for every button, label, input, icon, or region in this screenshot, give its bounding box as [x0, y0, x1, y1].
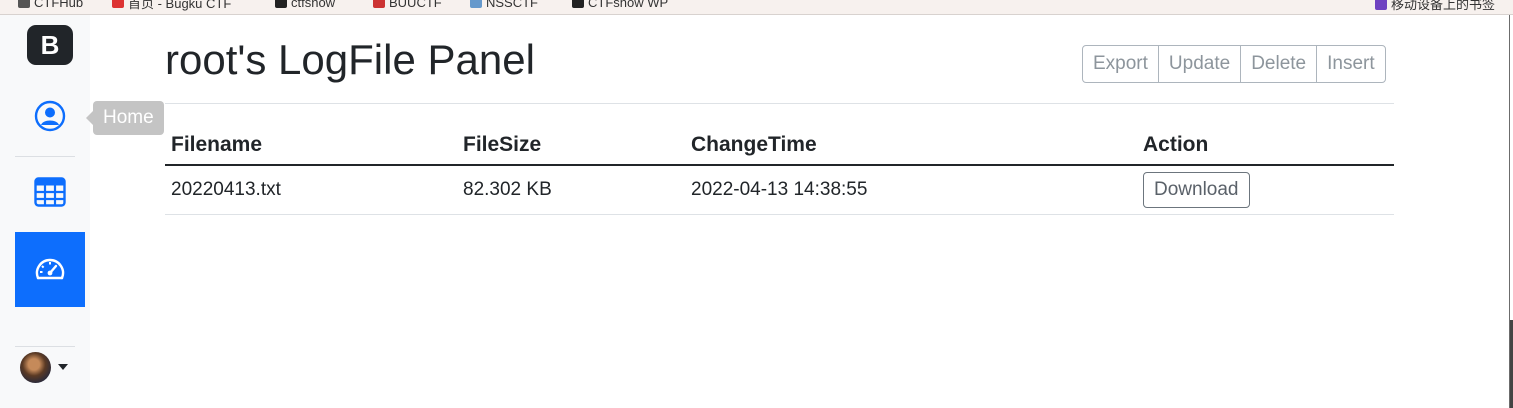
cell-filename: 20220413.txt [165, 165, 457, 215]
column-header-changetime: ChangeTime [685, 125, 1137, 166]
page-title: root's LogFile Panel [165, 36, 535, 83]
bookmark-ctfshow-wp[interactable]: CTFshow WP [572, 0, 668, 10]
speedometer-icon [35, 258, 65, 279]
chevron-down-icon[interactable] [58, 364, 68, 370]
logfile-table: Filename FileSize ChangeTime Action 2022… [165, 125, 1394, 215]
update-button[interactable]: Update [1157, 45, 1242, 83]
cell-action: Download [1137, 165, 1394, 215]
sidebar-item-table[interactable] [15, 154, 85, 229]
brand-logo[interactable]: B [27, 25, 73, 65]
person-circle-icon [34, 100, 66, 131]
sidebar-item-home[interactable] [15, 78, 85, 153]
avatar[interactable] [20, 352, 51, 383]
column-header-filename: Filename [165, 125, 457, 166]
bookmark-ctfshow[interactable]: ctfshow [275, 0, 335, 10]
table-row: 20220413.txt 82.302 KB 2022-04-13 14:38:… [165, 165, 1394, 215]
cell-filesize: 82.302 KB [457, 165, 685, 215]
delete-button[interactable]: Delete [1240, 45, 1318, 83]
bookmark-ctfhub[interactable]: CTFHub [18, 0, 83, 10]
sidebar: B [0, 15, 90, 408]
action-button-group: Export Update Delete Insert [1082, 45, 1386, 83]
cell-changetime: 2022-04-13 14:38:55 [685, 165, 1137, 215]
sidebar-divider [15, 346, 75, 347]
grid-table-icon [34, 176, 66, 207]
bookmark-mobile[interactable]: 移动设备上的书签 [1374, 0, 1495, 13]
column-header-action: Action [1137, 125, 1394, 166]
sidebar-item-dashboard[interactable] [15, 232, 85, 307]
export-button[interactable]: Export [1082, 45, 1159, 83]
download-button[interactable]: Download [1143, 171, 1250, 208]
bookmark-bugku[interactable]: 首页 - Bugku CTF [112, 0, 231, 11]
insert-button[interactable]: Insert [1316, 45, 1386, 83]
column-header-filesize: FileSize [457, 125, 685, 166]
bookmarks-bar: CTFHub 首页 - Bugku CTF ctfshow BUUCTF NSS… [0, 0, 1513, 15]
tooltip-home: Home [86, 101, 164, 135]
header-divider [165, 103, 1394, 104]
table-header-row: Filename FileSize ChangeTime Action [165, 125, 1394, 166]
bookmark-buuctf[interactable]: BUUCTF [373, 0, 442, 10]
bookmark-nssctf[interactable]: NSSCTF [470, 0, 538, 10]
